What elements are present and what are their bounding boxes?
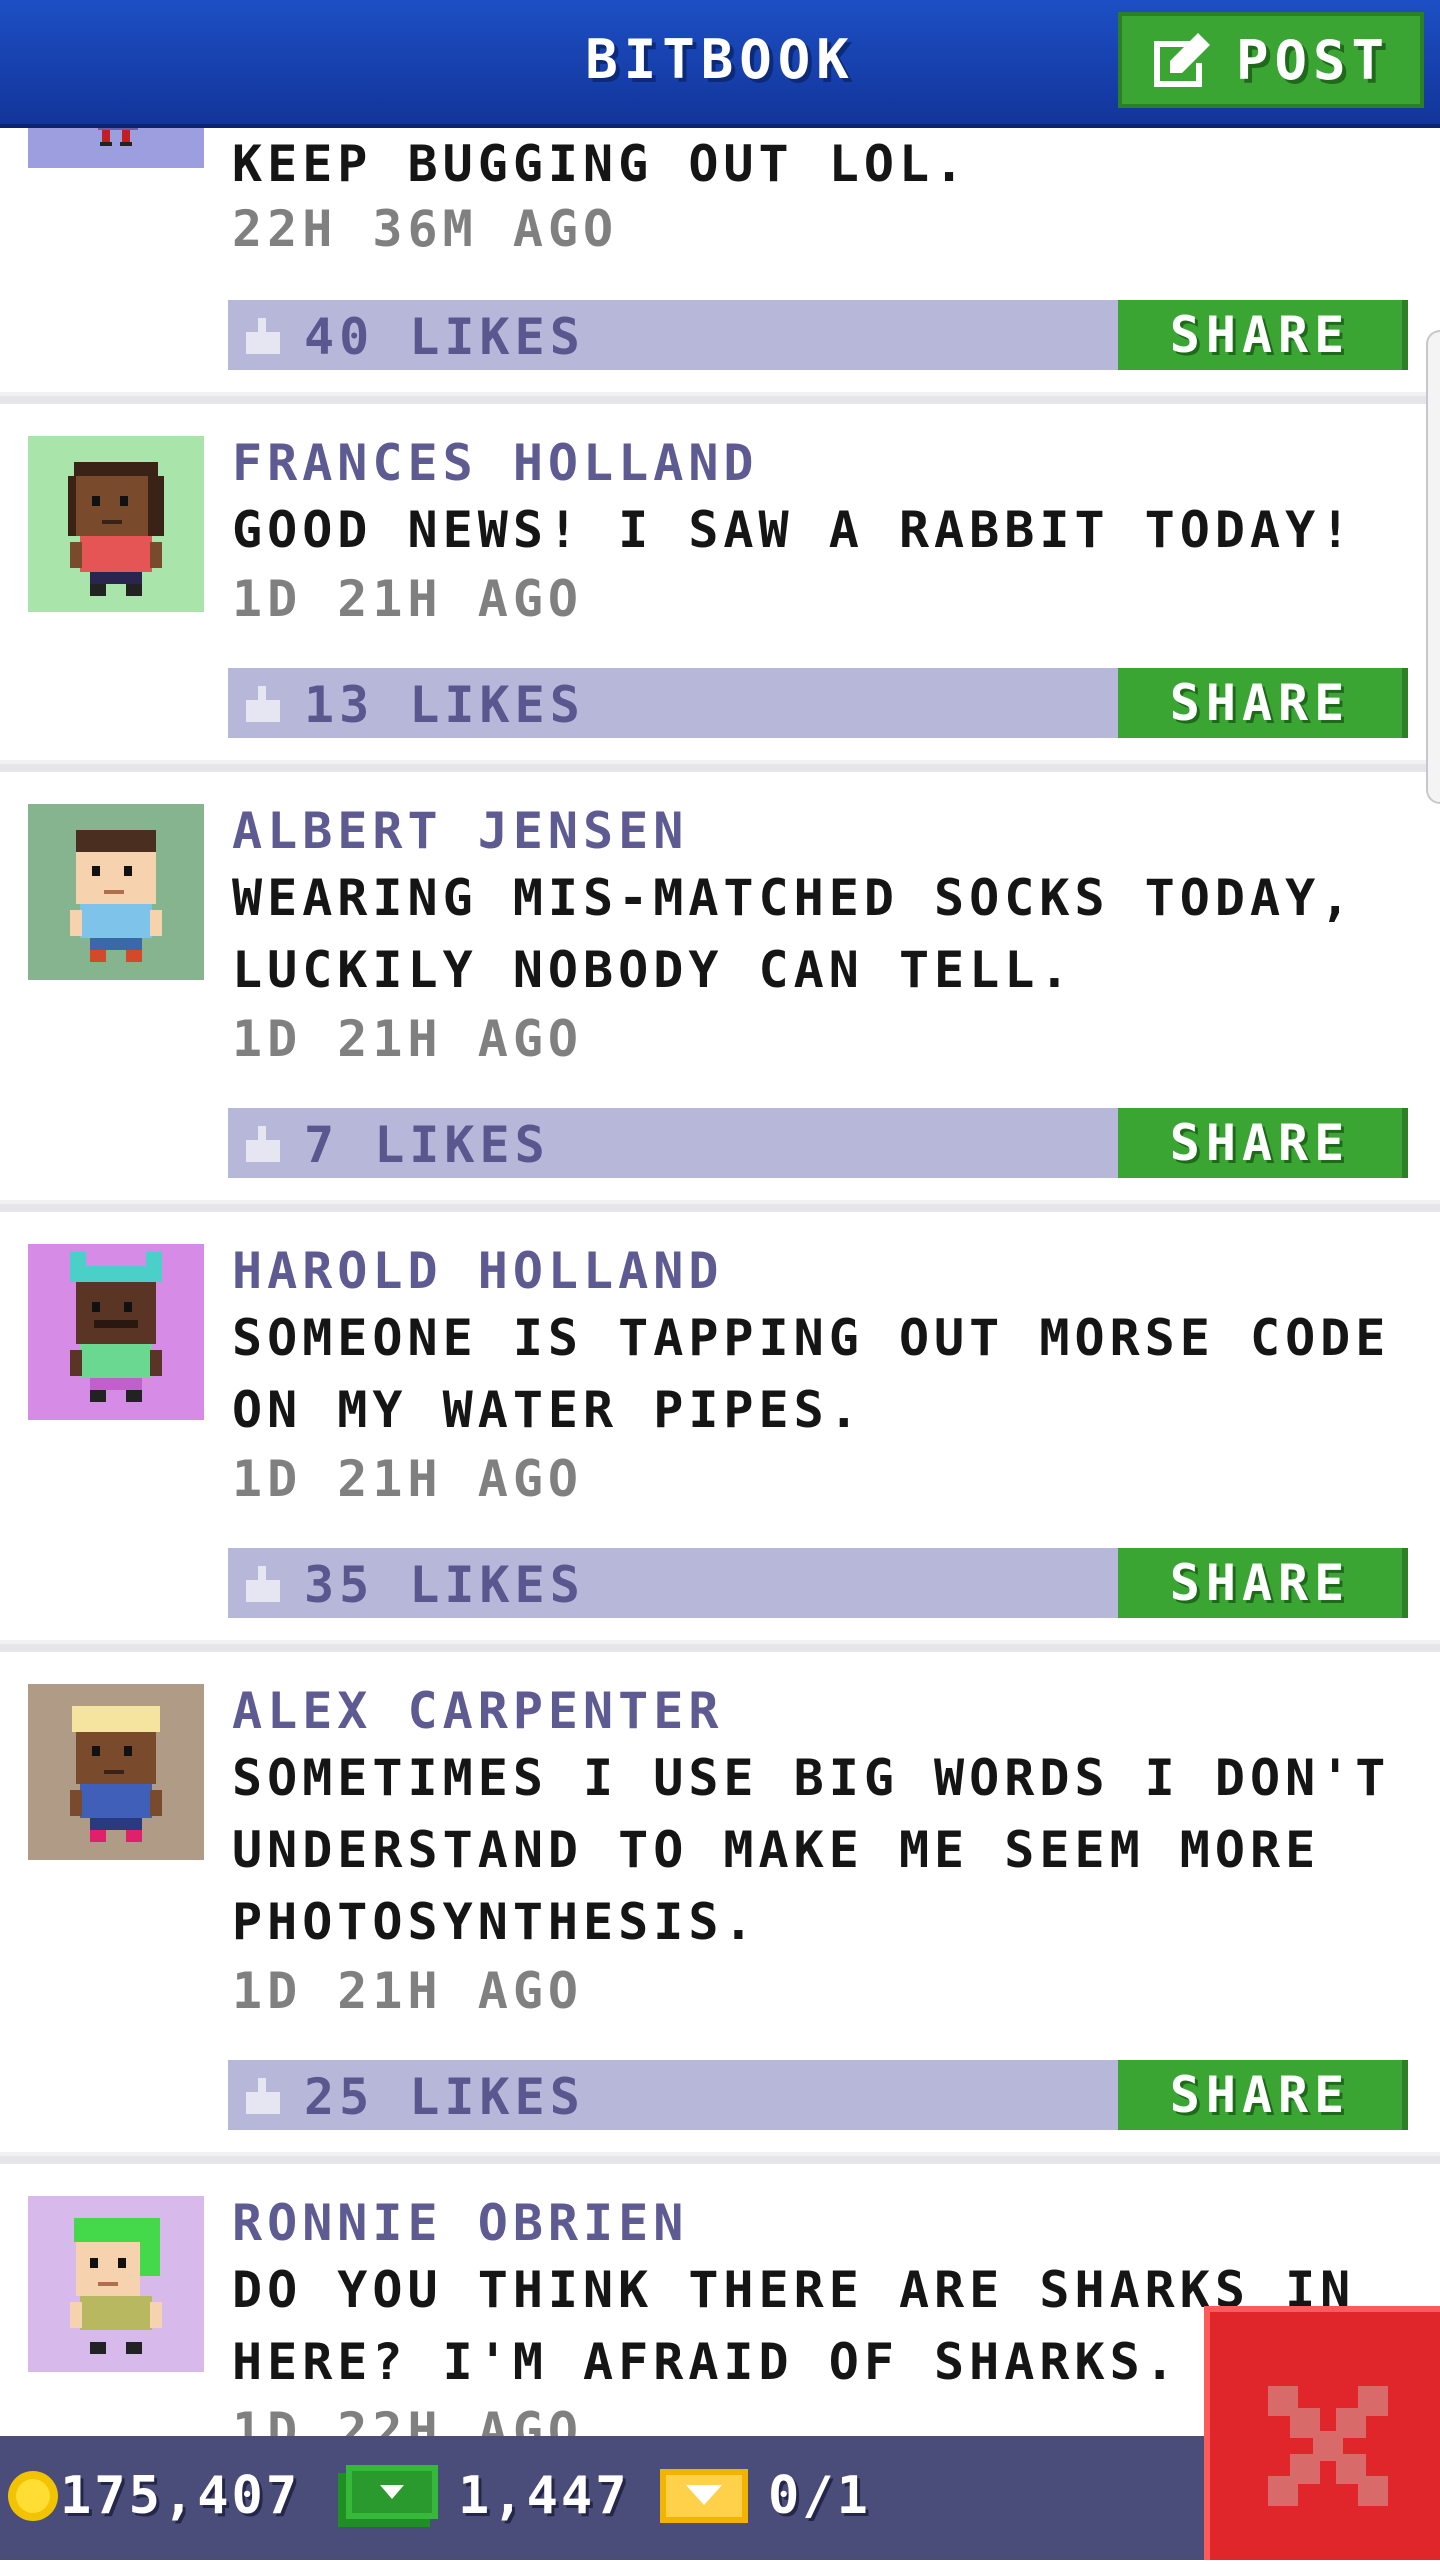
tickets-stat[interactable]: 0/1 (660, 2466, 871, 2526)
post-text-line: ON MY WATER PIPES. (232, 1381, 864, 1439)
post-text: KEEP BUGGING OUT LOL. (232, 128, 1422, 200)
post-text: WEARING MIS-MATCHED SOCKS TODAY, LUCKILY… (232, 862, 1422, 1006)
like-bar[interactable]: 35 LIKES SHARE (228, 1548, 1408, 1618)
avatar[interactable] (28, 2196, 204, 2372)
post-text-line: KEEP BUGGING OUT LOL. (232, 135, 970, 193)
coin-icon (8, 2471, 58, 2521)
bux-icon (338, 2465, 438, 2527)
avatar[interactable] (28, 1684, 204, 1860)
bux-value: 1,447 (458, 2466, 630, 2526)
post-time: 22H 36M AGO (232, 200, 619, 258)
share-button[interactable]: SHARE (1118, 2060, 1408, 2130)
close-icon (1268, 2386, 1388, 2506)
post-button-label: POST (1235, 28, 1391, 92)
post-text-line: LUCKILY NOBODY CAN TELL. (232, 941, 1075, 999)
thumb-up-icon (246, 1126, 280, 1162)
post-item: ALEX CARPENTER SOMETIMES I USE BIG WORDS… (0, 1652, 1440, 2152)
post-item: FRANCES HOLLAND GOOD NEWS! I SAW A RABBI… (0, 404, 1440, 760)
share-button[interactable]: SHARE (1118, 668, 1408, 738)
post-text-line: WEARING MIS-MATCHED SOCKS TODAY, (232, 869, 1356, 927)
share-button[interactable]: SHARE (1118, 1108, 1408, 1178)
post-button[interactable]: POST (1118, 12, 1424, 108)
like-bar[interactable]: 25 LIKES SHARE (228, 2060, 1408, 2130)
post-item: ALBERT JENSEN WEARING MIS-MATCHED SOCKS … (0, 772, 1440, 1200)
avatar[interactable] (28, 804, 204, 980)
like-count: 40 LIKES (304, 308, 585, 366)
post-time: 1D 21H AGO (232, 1450, 584, 1508)
thumb-up-icon (246, 318, 280, 354)
post-text-line: PHOTOSYNTHESIS. (232, 1893, 759, 1951)
post-text-line: SOMETIMES I USE BIG WORDS I DON'T (232, 1749, 1391, 1807)
like-bar[interactable]: 7 LIKES SHARE (228, 1108, 1408, 1178)
post-author[interactable]: ALEX CARPENTER (232, 1682, 723, 1740)
like-count: 25 LIKES (304, 2068, 585, 2126)
share-button[interactable]: SHARE (1118, 300, 1408, 370)
thumb-up-icon (246, 1566, 280, 1602)
post-author[interactable]: FRANCES HOLLAND (232, 434, 759, 492)
post-author[interactable]: ALBERT JENSEN (232, 802, 688, 860)
ticket-icon (660, 2469, 748, 2523)
side-pull-tab[interactable] (1426, 330, 1440, 804)
bux-stat[interactable]: 1,447 (338, 2465, 630, 2527)
thumb-up-icon (246, 686, 280, 722)
post-item: HAROLD HOLLAND SOMEONE IS TAPPING OUT MO… (0, 1212, 1440, 1640)
post-text-line: GOOD NEWS! I SAW A RABBIT TODAY! (232, 501, 1356, 559)
edit-icon (1153, 33, 1210, 87)
post-author[interactable]: HAROLD HOLLAND (232, 1242, 723, 1300)
post-text: SOMETIMES I USE BIG WORDS I DON'T UNDERS… (232, 1742, 1422, 1958)
tickets-value: 0/1 (768, 2466, 871, 2526)
post-time: 1D 21H AGO (232, 1962, 584, 2020)
like-bar[interactable]: 40 LIKES SHARE (228, 300, 1408, 370)
post-author[interactable]: RONNIE OBRIEN (232, 2194, 688, 2252)
avatar[interactable] (28, 436, 204, 612)
post-time: 1D 21H AGO (232, 570, 584, 628)
post-time: 1D 21H AGO (232, 1010, 584, 1068)
coins-stat[interactable]: 175,407 (6, 2466, 300, 2526)
post-text-line: UNDERSTAND TO MAKE ME SEEM MORE (232, 1821, 1321, 1879)
like-bar[interactable]: 13 LIKES SHARE (228, 668, 1408, 738)
coins-value: 175,407 (60, 2466, 301, 2526)
post-text: SOMEONE IS TAPPING OUT MORSE CODE ON MY … (232, 1302, 1422, 1446)
thumb-up-icon (246, 2078, 280, 2114)
post-text: GOOD NEWS! I SAW A RABBIT TODAY! (232, 494, 1422, 566)
share-button[interactable]: SHARE (1118, 1548, 1408, 1618)
close-button[interactable] (1204, 2306, 1440, 2560)
avatar[interactable] (28, 1244, 204, 1420)
like-count: 13 LIKES (304, 676, 585, 734)
like-count: 35 LIKES (304, 1556, 585, 1614)
top-bar: BITBOOK POST (0, 0, 1440, 128)
post-text-line: SOMEONE IS TAPPING OUT MORSE CODE (232, 1309, 1391, 1367)
like-count: 7 LIKES (304, 1116, 550, 1174)
